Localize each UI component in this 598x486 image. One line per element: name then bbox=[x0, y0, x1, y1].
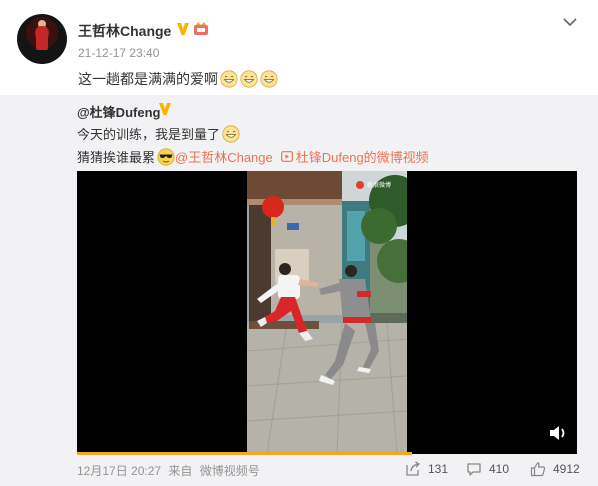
original-text-line1: 今天的训练，我是到量了 bbox=[77, 124, 240, 143]
comment-icon bbox=[467, 463, 481, 476]
verified-badge-icon bbox=[159, 103, 171, 115]
video-player[interactable]: 新浪微博 bbox=[77, 171, 577, 454]
source-from-label: 来自 bbox=[168, 464, 193, 478]
volume-icon[interactable] bbox=[548, 424, 568, 442]
post-text: 这一趟都是满满的爱啊 bbox=[78, 69, 278, 89]
like-button[interactable]: 4912 bbox=[530, 461, 580, 477]
verified-badge-icon bbox=[177, 23, 189, 35]
repost-icon bbox=[406, 461, 421, 476]
video-link[interactable]: 杜锋Dufeng的微博视频 bbox=[280, 147, 429, 166]
thumbs-up-icon bbox=[530, 462, 546, 477]
original-author[interactable]: @杜锋Dufeng bbox=[77, 102, 160, 121]
video-link-label: 杜锋Dufeng的微博视频 bbox=[295, 150, 429, 165]
grin-emoji-icon bbox=[220, 70, 238, 88]
sunglasses-emoji-icon bbox=[157, 147, 175, 166]
video-link-icon bbox=[280, 151, 293, 162]
post-timestamp[interactable]: 21-12-17 23:40 bbox=[78, 46, 159, 60]
member-level-icon[interactable] bbox=[193, 22, 209, 36]
grin-emoji-icon bbox=[260, 70, 278, 88]
post-text-content: 这一趟都是满满的爱啊 bbox=[78, 71, 218, 87]
grin-emoji-icon bbox=[222, 124, 240, 143]
comment-button[interactable]: 410 bbox=[466, 461, 509, 477]
post-username[interactable]: 王哲林Change bbox=[78, 21, 171, 41]
original-text-line2: 猜猜挨谁最累 @王哲林Change 杜锋Dufeng的微博视频 bbox=[77, 147, 429, 166]
repost-button[interactable]: 131 bbox=[405, 461, 448, 477]
repost-count: 131 bbox=[428, 462, 449, 476]
user-avatar[interactable] bbox=[17, 14, 67, 64]
repost-meta: 12月17日 20:27 来自 微博视频号 bbox=[77, 462, 264, 479]
mention-link[interactable]: @王哲林Change bbox=[175, 147, 273, 166]
weibo-post-card: 王哲林Change 21-12-17 23:40 这一趟都是满满的爱啊 @杜锋D… bbox=[0, 0, 598, 486]
like-count: 4912 bbox=[553, 462, 580, 476]
repost-date[interactable]: 12月17日 20:27 bbox=[77, 464, 161, 478]
chevron-down-icon[interactable] bbox=[562, 16, 578, 28]
comment-count: 410 bbox=[489, 462, 510, 476]
video-frame: 新浪微博 bbox=[247, 171, 407, 454]
video-progress-bar[interactable] bbox=[77, 452, 412, 455]
source-name[interactable]: 微博视频号 bbox=[200, 464, 260, 478]
video-watermark: 新浪微博 bbox=[367, 181, 391, 189]
grin-emoji-icon bbox=[240, 70, 258, 88]
